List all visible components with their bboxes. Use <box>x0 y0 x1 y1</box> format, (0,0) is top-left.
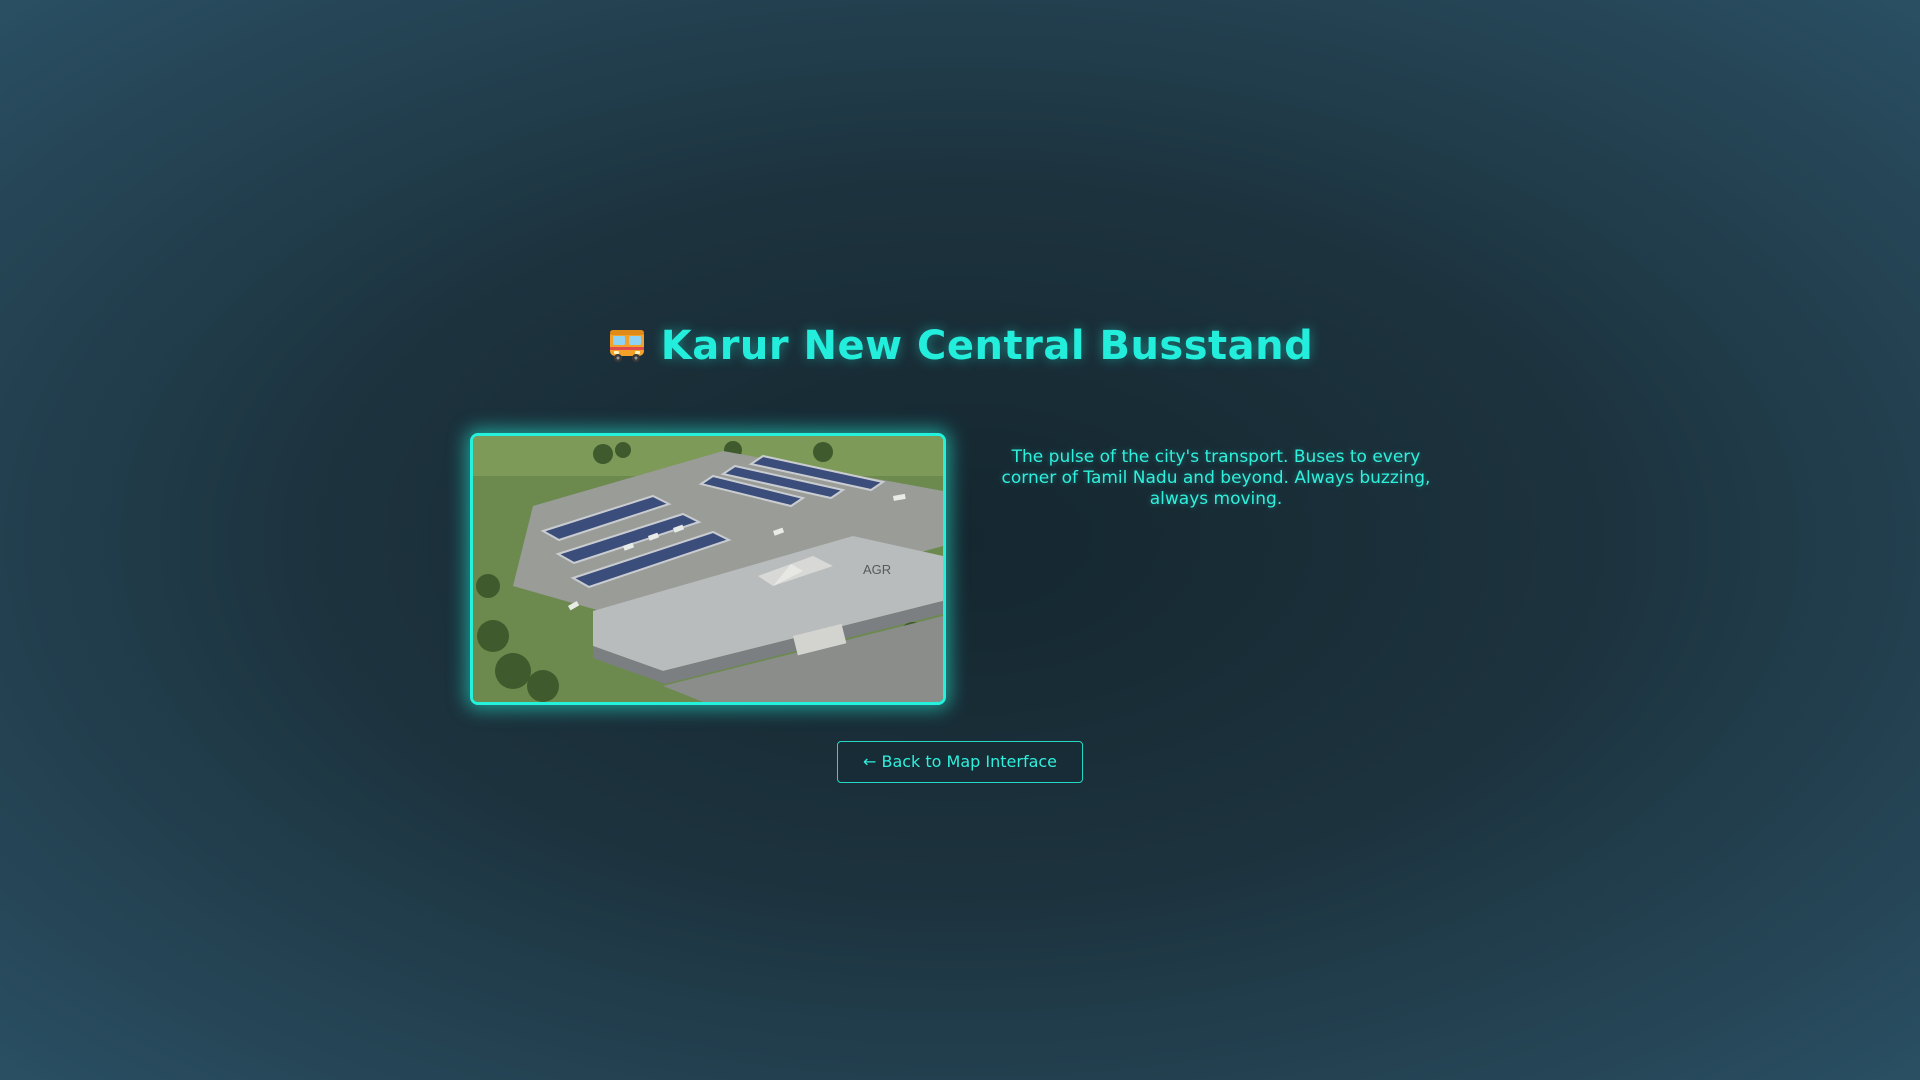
back-to-map-button[interactable]: ← Back to Map Interface <box>837 741 1083 783</box>
page-title: Karur New Central Busstand <box>0 318 1920 374</box>
bus-stand-photo: AGR <box>470 433 946 705</box>
bus-icon <box>607 327 647 365</box>
description-text: The pulse of the city's transport. Buses… <box>1001 447 1431 509</box>
page-title-text: Karur New Central Busstand <box>660 323 1314 369</box>
building-sign-text: AGR <box>863 562 891 577</box>
content-section: AGR The pulse of the city's transport. B… <box>470 433 1450 705</box>
